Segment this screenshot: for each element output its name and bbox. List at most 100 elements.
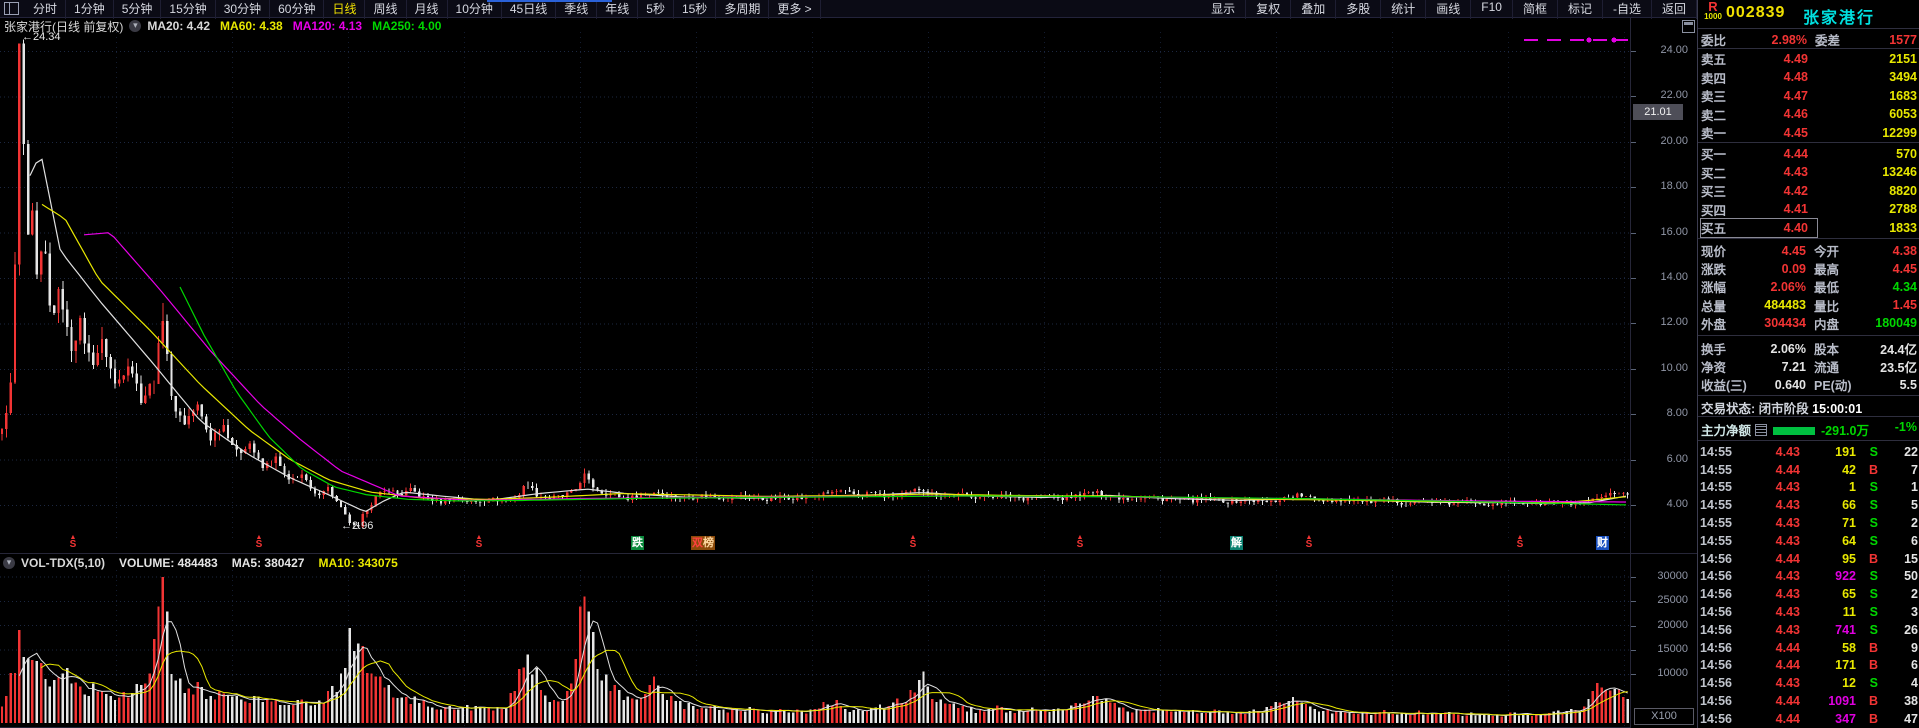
tick-row[interactable]: 14:55 4.43 191 S 22 [1698, 443, 1919, 461]
tick-row[interactable]: 14:56 4.44 95 B 15 [1698, 550, 1919, 568]
cell: 量比 [1814, 299, 1840, 314]
tick-time: 14:56 [1700, 622, 1732, 637]
fin-value: 2.06% [1770, 341, 1806, 356]
price-axis-label: 20.00 [1660, 134, 1688, 147]
tick-price: 4.43 [1775, 480, 1800, 495]
ma-label: MA120: 4.13 [292, 19, 363, 33]
kline-chart[interactable] [0, 32, 1630, 538]
tick-row[interactable]: 14:56 4.43 11 S 3 [1698, 603, 1919, 621]
event-badge-财[interactable]: 财 [1596, 536, 1609, 550]
info-value: 0.09 [1781, 261, 1806, 276]
cell: 买二 [1701, 166, 1727, 181]
tick-time: 14:56 [1700, 569, 1732, 584]
panel-divider [1698, 416, 1919, 417]
tick-row[interactable]: 14:55 4.44 42 B 7 [1698, 461, 1919, 479]
tick-count: 6 [1911, 658, 1918, 673]
bid-row-买三[interactable]: 买三 4.42 8820 [1698, 181, 1919, 200]
info-value: 4.34 [1892, 279, 1917, 294]
tick-time: 14:56 [1700, 551, 1732, 566]
cell: 涨跌 [1701, 263, 1727, 278]
price-axis-label: 10.00 [1660, 361, 1688, 374]
sell-signal-marker: ▲ S [69, 534, 77, 550]
sell-signal-marker: ▲ S [1305, 534, 1313, 550]
tick-volume: 1 [1849, 480, 1856, 495]
weicha-label: 委差 [1815, 34, 1841, 48]
ask-row-卖四[interactable]: 卖四 4.48 3494 [1698, 68, 1919, 86]
ask-row-卖五[interactable]: 卖五 4.49 2151 [1698, 49, 1919, 68]
fin-value: 7.21 [1781, 359, 1806, 374]
tick-time: 14:56 [1700, 658, 1732, 673]
info-row: 外盘 304434 内盘 180049 [1698, 314, 1919, 332]
chart-title-row: 张家港行(日线 前复权) ▾ MA20: 4.42 MA60: 4.38 MA120… [4, 19, 451, 34]
chart-area: 张家港行(日线 前复权) ▾ MA20: 4.42 MA60: 4.38 MA120… [0, 0, 1697, 728]
info-value: 484483 [1764, 298, 1806, 313]
bid-row-买四[interactable]: 买四 4.41 2788 [1698, 200, 1919, 218]
quote-panel: R 1000 002839 张家港行 委比 2.98% 委差 1577 卖五 4.49 215… [1697, 0, 1919, 728]
tick-row[interactable]: 14:55 4.43 71 S 2 [1698, 514, 1919, 532]
tick-row[interactable]: 14:55 4.43 64 S 6 [1698, 532, 1919, 550]
tick-volume: 191 [1835, 444, 1856, 459]
chevron-down-icon[interactable]: ▾ [3, 557, 15, 569]
tick-row[interactable]: 14:55 4.43 66 S 5 [1698, 496, 1919, 514]
tick-row[interactable]: 14:56 4.44 58 B 9 [1698, 639, 1919, 657]
list-icon[interactable] [1755, 423, 1768, 436]
tick-price: 4.44 [1775, 462, 1800, 477]
info-row: 总量 484483 量比 1.45 [1698, 296, 1919, 314]
event-marker-row: ▲ S ▲ S ▲ S ▲ S ▲ S ▲ S ▲ S 跌 双榜 解 财 [0, 534, 1630, 553]
price-axis-label: 18.00 [1660, 180, 1688, 193]
bid-price: 4.43 [1783, 165, 1808, 180]
stock-code: 002839 [1726, 4, 1786, 21]
ask-volume: 1683 [1889, 88, 1917, 103]
ask-volume: 2151 [1889, 51, 1917, 66]
tick-row[interactable]: 14:56 4.43 65 S 2 [1698, 585, 1919, 603]
tick-time: 14:56 [1700, 676, 1732, 691]
tick-row[interactable]: 14:56 4.43 922 S 50 [1698, 568, 1919, 586]
volume-chart[interactable] [0, 570, 1630, 728]
selected-price-box [1700, 218, 1818, 239]
volume-ma10-label: MA10: 343075 [318, 556, 398, 570]
financial-row: 净资 7.21 流通 23.5亿 [1698, 357, 1919, 376]
cell: 涨幅 [1701, 281, 1727, 296]
cell: 收益(三) [1701, 379, 1747, 393]
tick-row[interactable]: 14:56 4.44 171 B 6 [1698, 657, 1919, 675]
ask-row-卖一[interactable]: 卖一 4.45 12299 [1698, 123, 1919, 142]
main-force-bar [1773, 426, 1816, 435]
event-badge-双榜[interactable]: 双榜 [691, 536, 715, 550]
tick-time: 14:55 [1700, 533, 1732, 548]
bid-row-买一[interactable]: 买一 4.44 570 [1698, 144, 1919, 163]
tick-price: 4.43 [1775, 516, 1800, 531]
price-axis-label: 4.00 [1666, 498, 1688, 510]
tick-row[interactable]: 14:56 4.44 1091 B 38 [1698, 692, 1919, 710]
tick-side: S [1869, 480, 1878, 495]
ask-price: 4.47 [1783, 88, 1808, 103]
axis-tick [1631, 278, 1636, 279]
tick-row[interactable]: 14:56 4.44 347 B 47 [1698, 710, 1919, 728]
tick-count: 15 [1904, 551, 1918, 566]
ask-row-卖二[interactable]: 卖二 4.46 6053 [1698, 105, 1919, 123]
chevron-down-icon[interactable]: ▾ [129, 20, 142, 32]
financial-row: 换手 2.06% 股本 24.4亿 [1698, 339, 1919, 358]
tick-side: S [1869, 533, 1878, 548]
tick-price: 4.44 [1775, 551, 1800, 566]
cell: 买三 [1701, 185, 1727, 200]
event-badge-解[interactable]: 解 [1230, 536, 1243, 550]
bid-volume: 13246 [1882, 165, 1917, 180]
panel-divider [1698, 238, 1919, 239]
tick-count: 7 [1911, 462, 1918, 477]
panel-divider [1698, 142, 1919, 143]
cell: 流通 [1814, 361, 1840, 375]
cell: 总量 [1701, 299, 1727, 314]
price-axis-label: 8.00 [1666, 407, 1688, 420]
axis-tick [1631, 625, 1636, 627]
tick-volume: 42 [1842, 462, 1856, 477]
tick-row[interactable]: 14:55 4.43 1 S 1 [1698, 479, 1919, 497]
tick-row[interactable]: 14:56 4.43 741 S 26 [1698, 621, 1919, 639]
ask-row-卖三[interactable]: 卖三 4.47 1683 [1698, 86, 1919, 105]
tick-count: 2 [1911, 587, 1918, 602]
tick-row[interactable]: 14:56 4.43 12 S 4 [1698, 674, 1919, 692]
event-badge-跌[interactable]: 跌 [631, 536, 644, 550]
tick-time: 14:55 [1700, 480, 1732, 495]
info-value: 2.06% [1770, 279, 1806, 294]
bid-row-买二[interactable]: 买二 4.43 13246 [1698, 163, 1919, 181]
main-force-label: 主力净额 [1701, 423, 1752, 438]
